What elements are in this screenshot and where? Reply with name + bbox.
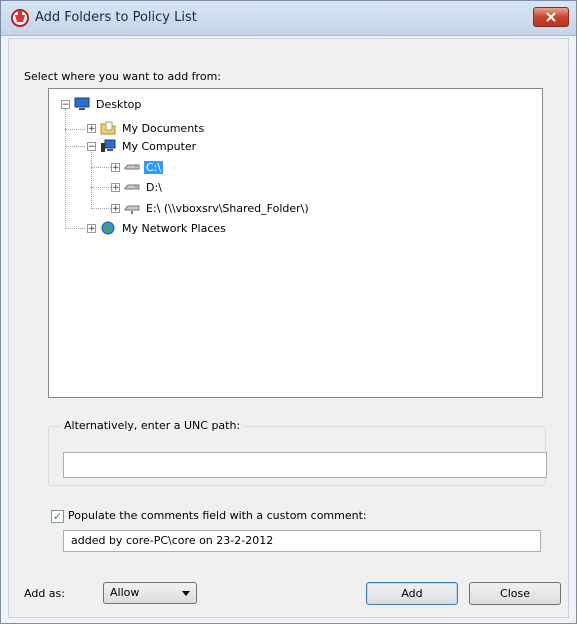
- computer-icon: [101, 139, 116, 152]
- close-window-button[interactable]: [533, 7, 569, 27]
- tree-item-drive-d[interactable]: + D:\: [111, 179, 164, 195]
- title-bar: Add Folders to Policy List: [1, 1, 576, 36]
- window-title: Add Folders to Policy List: [35, 10, 197, 25]
- custom-comment-input[interactable]: added by core-PC\core on 23-2-2012: [63, 530, 541, 552]
- tree-label: My Computer: [122, 139, 197, 153]
- add-button-label: Add: [401, 587, 423, 600]
- tree-label: E:\ (\\vboxsrv\Shared_Folder\): [146, 201, 309, 215]
- drive-icon: [124, 184, 140, 190]
- tree-label: D:\: [146, 180, 162, 194]
- add-as-label: Add as:: [24, 587, 65, 600]
- tree-item-my-computer[interactable]: − My Computer: [87, 138, 198, 154]
- add-as-selected: Allow: [110, 586, 140, 599]
- close-button[interactable]: Close: [469, 582, 561, 605]
- app-icon: [11, 9, 29, 27]
- network-drive-icon: [124, 205, 140, 214]
- tree-label: My Network Places: [122, 221, 226, 235]
- unc-path-label: Alternatively, enter a UNC path:: [60, 419, 245, 432]
- globe-icon: [101, 221, 115, 235]
- unc-path-input[interactable]: [63, 452, 547, 478]
- tree-label: C:\: [144, 160, 164, 174]
- custom-comment-checkbox[interactable]: ✓: [51, 510, 64, 523]
- tree-item-drive-e[interactable]: + E:\ (\\vboxsrv\Shared_Folder\): [111, 200, 311, 216]
- collapse-icon[interactable]: −: [61, 99, 70, 109]
- add-button[interactable]: Add: [366, 582, 458, 605]
- tree-item-desktop[interactable]: − Desktop: [61, 96, 143, 112]
- tree-item-network[interactable]: + My Network Places: [87, 220, 228, 236]
- expand-icon[interactable]: +: [111, 162, 120, 172]
- drive-icon: [124, 164, 140, 170]
- tree-item-my-documents[interactable]: + My Documents: [87, 120, 206, 136]
- close-icon: [546, 12, 556, 22]
- expand-icon[interactable]: +: [87, 223, 96, 233]
- custom-comment-checkbox-label[interactable]: Populate the comments field with a custo…: [68, 509, 367, 522]
- collapse-icon[interactable]: −: [87, 141, 96, 151]
- add-as-dropdown[interactable]: Allow: [103, 582, 197, 604]
- expand-icon[interactable]: +: [111, 182, 120, 192]
- dropdown-arrow-icon: [182, 591, 190, 596]
- expand-icon[interactable]: +: [111, 203, 120, 213]
- tree-item-drive-c[interactable]: + C:\: [111, 159, 164, 175]
- desktop-icon: [74, 97, 90, 110]
- expand-icon[interactable]: +: [87, 123, 96, 133]
- close-button-label: Close: [500, 587, 530, 600]
- tree-label: My Documents: [122, 121, 205, 135]
- folder-documents-icon: [100, 121, 116, 135]
- select-location-label: Select where you want to add from:: [24, 70, 221, 83]
- folder-tree[interactable]: − Desktop + My Documents − My Computer +…: [48, 88, 543, 398]
- tree-label: Desktop: [96, 97, 142, 111]
